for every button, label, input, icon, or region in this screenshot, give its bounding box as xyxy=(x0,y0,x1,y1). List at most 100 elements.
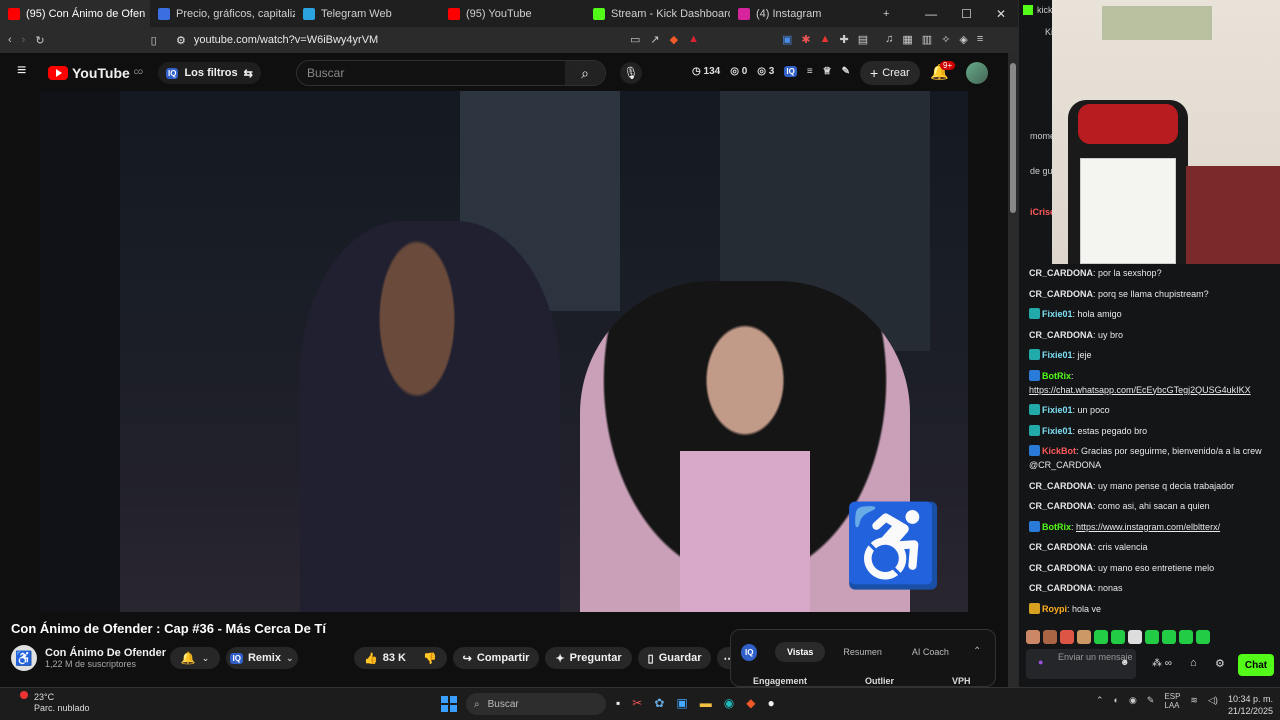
send-chat-button[interactable]: Chat xyxy=(1238,654,1274,676)
chat-username[interactable]: CR_CARDONA xyxy=(1029,330,1093,340)
tray-app-icon[interactable]: ◉ xyxy=(1129,695,1137,710)
search-input[interactable]: Buscar xyxy=(297,66,565,80)
sidebar-icon[interactable]: ▤ xyxy=(858,33,868,46)
like-button[interactable]: 👍 83 K 👎 xyxy=(354,647,447,669)
obs-icon[interactable]: ● xyxy=(767,696,774,710)
emote-icon[interactable] xyxy=(1077,630,1091,644)
chat-username[interactable]: CR_CARDONA xyxy=(1029,542,1093,552)
chat-username[interactable]: Fixie01 xyxy=(1042,405,1073,415)
volume-icon[interactable]: ◁) xyxy=(1208,695,1218,710)
chat-username[interactable]: CR_CARDONA xyxy=(1029,268,1093,278)
youtube-logo[interactable]: YouTube CO xyxy=(48,65,143,81)
reload-icon[interactable]: ↻ xyxy=(35,34,44,47)
close-window-icon[interactable]: ✕ xyxy=(996,7,1006,21)
emote-icon[interactable] xyxy=(1179,630,1193,644)
subscribed-bell-button[interactable]: 🔔 ⌄ xyxy=(170,647,220,669)
list-icon[interactable]: ≡ xyxy=(807,66,813,77)
filters-button[interactable]: IQ Los filtros ⇆ xyxy=(158,62,261,84)
channel-name[interactable]: Con Ánimo De Ofender xyxy=(45,647,166,659)
page-scrollbar[interactable] xyxy=(1008,53,1018,687)
browser-tab[interactable]: Precio, gráficos, capitalización d xyxy=(150,0,295,27)
chat-username[interactable]: CR_CARDONA xyxy=(1029,289,1093,299)
emote-icon[interactable] xyxy=(1145,630,1159,644)
trophy-icon[interactable]: ♕ xyxy=(823,66,832,77)
snipping-icon[interactable]: ✂ xyxy=(632,696,642,710)
weather-widget[interactable]: 23°C Parc. nublado xyxy=(34,692,90,714)
minimize-icon[interactable]: — xyxy=(925,7,937,21)
ask-button[interactable]: ✦ Preguntar xyxy=(545,647,632,669)
brave-icon[interactable]: ◆ xyxy=(746,696,755,710)
forward-icon[interactable]: › xyxy=(22,34,26,46)
maximize-icon[interactable]: ☐ xyxy=(961,7,972,21)
microphone-icon[interactable]: 🎙 xyxy=(620,62,642,84)
brave-shield-icon[interactable]: ◆ xyxy=(670,33,678,46)
emote-icon[interactable] xyxy=(1128,630,1142,644)
emote-icon[interactable] xyxy=(1162,630,1176,644)
emote-icon[interactable] xyxy=(1094,630,1108,644)
reader-icon[interactable]: ▦ xyxy=(902,33,912,46)
video-player[interactable]: ♿ xyxy=(40,91,968,612)
store-app-icon[interactable]: ▣ xyxy=(676,696,687,710)
extension-icon[interactable]: ▲ xyxy=(820,33,831,46)
translate-icon[interactable]: ▣ xyxy=(782,33,792,46)
store-icon[interactable]: ⌂ xyxy=(1190,657,1197,669)
chat-input[interactable]: ● Enviar un mensaje ☻ xyxy=(1026,649,1136,679)
pen-icon[interactable]: ✎ xyxy=(1147,695,1155,710)
music-icon[interactable]: ♫ xyxy=(885,33,893,46)
chat-link[interactable]: https://chat.whatsapp.com/EcEybcGTegj2QU… xyxy=(1029,385,1251,395)
browser-tab[interactable]: Telegram Web xyxy=(295,0,440,27)
chat-username[interactable]: KickBot xyxy=(1042,446,1076,456)
tab-resumen[interactable]: Resumen xyxy=(831,642,894,662)
new-tab-button[interactable]: + xyxy=(875,0,897,27)
task-view-icon[interactable]: ▪ xyxy=(616,696,620,710)
thumbs-down-icon[interactable]: 👎 xyxy=(423,652,437,665)
chat-username[interactable]: BotRix xyxy=(1042,522,1071,532)
back-icon[interactable]: ‹ xyxy=(8,34,12,46)
search-box[interactable]: Buscar ⌕ xyxy=(296,60,606,86)
edge-icon[interactable]: ◉ xyxy=(724,696,734,710)
save-button[interactable]: ▯ Guardar xyxy=(637,647,712,669)
browser-tab[interactable]: (4) Instagram xyxy=(730,0,875,27)
chat-username[interactable]: CR_CARDONA xyxy=(1029,501,1093,511)
emote-icon[interactable] xyxy=(1196,630,1210,644)
site-settings-icon[interactable]: ⚙ xyxy=(176,34,186,47)
emote-icon[interactable] xyxy=(1111,630,1125,644)
emoji-icon[interactable]: ☻ xyxy=(1120,657,1129,668)
hamburger-icon[interactable]: ≡ xyxy=(17,62,26,80)
extension-icon[interactable]: ✱ xyxy=(801,33,810,46)
chat-username[interactable]: Fixie01 xyxy=(1042,309,1073,319)
chat-link[interactable]: https://www.instagram.com/elbltterx/ xyxy=(1076,522,1220,532)
browser-tab[interactable]: (95) Con Ánimo de Ofen✕ xyxy=(0,0,150,27)
file-explorer-icon[interactable]: ▬ xyxy=(700,696,712,710)
puzzle-icon[interactable]: ✚ xyxy=(840,33,849,46)
taskbar-search[interactable]: ⌕ Buscar xyxy=(466,693,606,715)
copilot-icon[interactable]: ✿ xyxy=(654,696,664,710)
emote-icon[interactable] xyxy=(1026,630,1040,644)
emote-icon[interactable] xyxy=(1043,630,1057,644)
tray-app-icon[interactable]: ◐ xyxy=(1114,695,1119,710)
clock[interactable]: 10:34 p. m. 21/12/2025 xyxy=(1228,693,1273,717)
account-avatar[interactable] xyxy=(966,62,988,84)
channel-info[interactable]: ♿ Con Ánimo De Ofender 1,22 M de suscrip… xyxy=(11,645,166,671)
windows-start-icon[interactable] xyxy=(441,696,457,712)
brave-rewards-icon[interactable]: ▲ xyxy=(688,33,699,46)
scrollbar-thumb[interactable] xyxy=(1010,63,1016,213)
chat-username[interactable]: Fixie01 xyxy=(1042,350,1073,360)
edit-icon[interactable]: ✎ xyxy=(842,66,850,77)
chat-username[interactable]: Fixie01 xyxy=(1042,426,1073,436)
share-button[interactable]: ↪ Compartir xyxy=(452,647,540,669)
tab-vistas[interactable]: Vistas xyxy=(775,642,826,662)
points-icon[interactable]: ⁂ ∞ xyxy=(1152,658,1172,669)
url-field[interactable]: ⚙ youtube.com/watch?v=W6iBwy4yrVM xyxy=(176,31,696,49)
language-indicator[interactable]: ESP LAA xyxy=(1164,692,1180,710)
vpn-icon[interactable]: ◈ xyxy=(959,33,967,46)
share-icon[interactable]: ↗ xyxy=(650,33,659,46)
chat-username[interactable]: Roypi xyxy=(1042,604,1067,614)
channel-avatar[interactable]: ♿ xyxy=(11,645,37,671)
chat-username[interactable]: CR_CARDONA xyxy=(1029,583,1093,593)
create-button[interactable]: + Crear xyxy=(860,61,920,85)
emote-icon[interactable] xyxy=(1060,630,1074,644)
bookmark-icon[interactable]: ▯ xyxy=(151,34,157,47)
tab-ai-coach[interactable]: AI Coach xyxy=(900,642,961,662)
browser-tab[interactable]: Stream - Kick Dashboard xyxy=(585,0,730,27)
